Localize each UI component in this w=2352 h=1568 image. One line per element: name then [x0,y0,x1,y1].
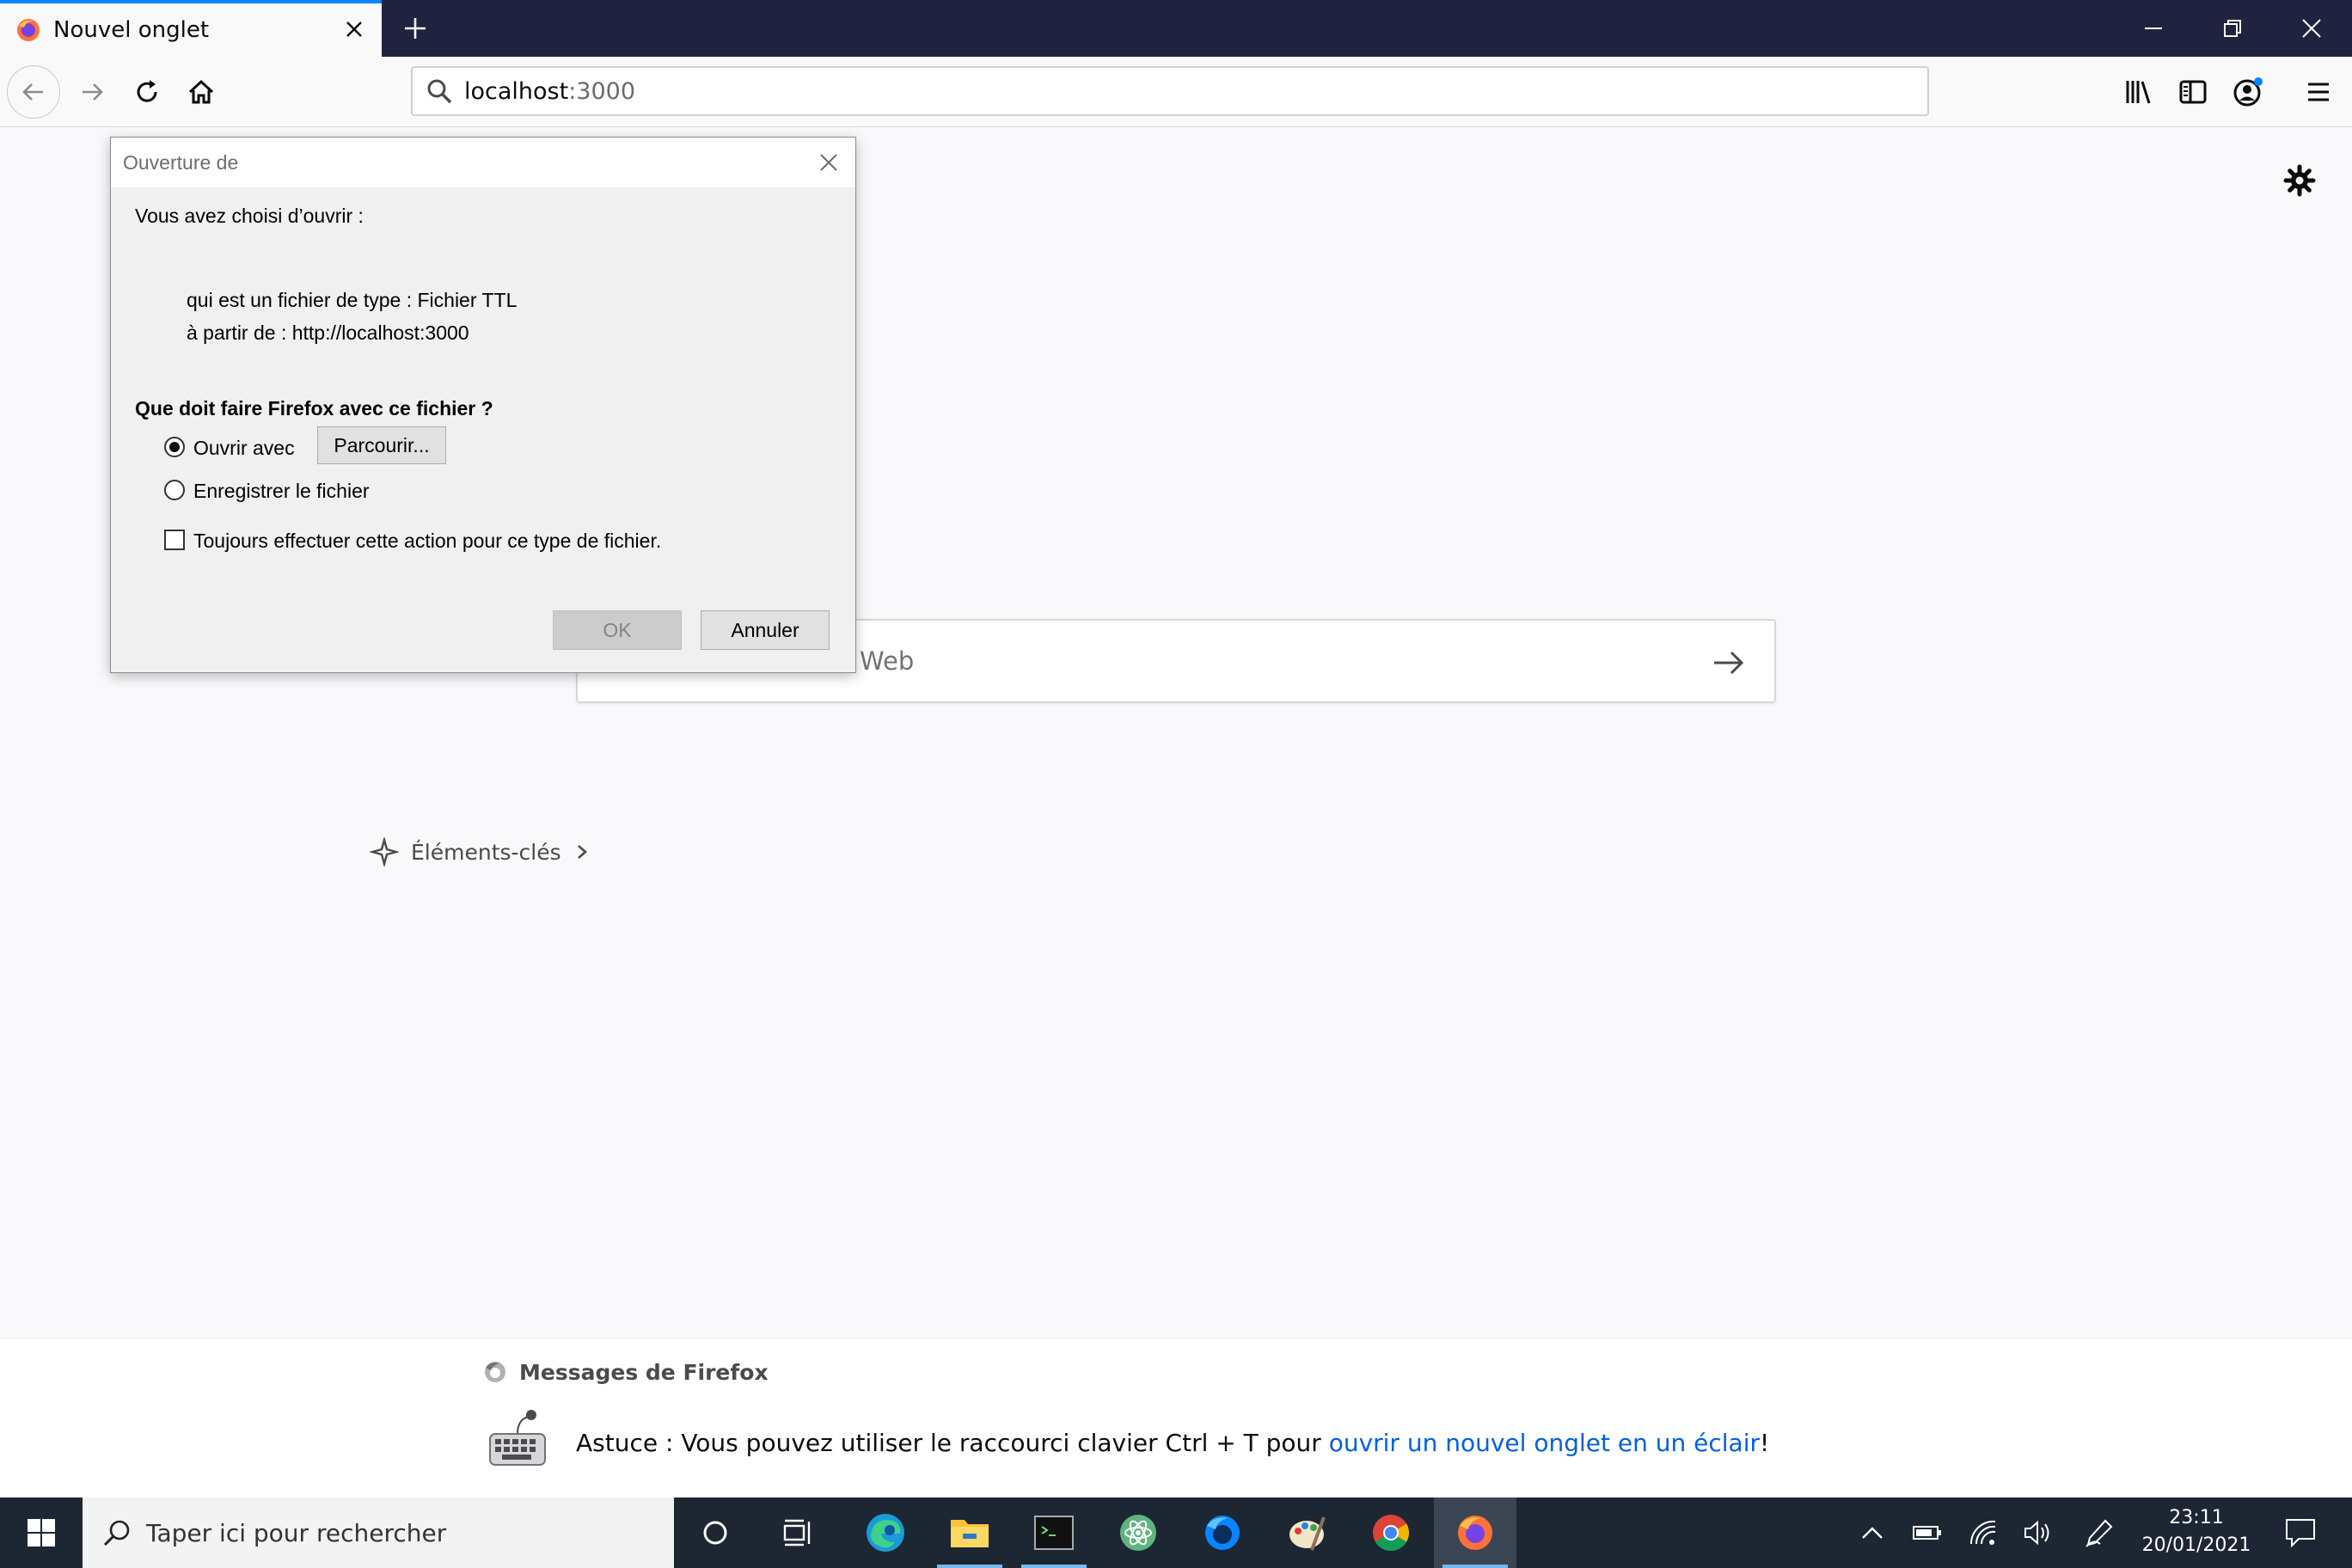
home-icon[interactable] [176,67,226,117]
url-host: localhost [464,77,569,105]
tip-message: Astuce : Vous pouvez utiliser le raccour… [576,1429,1770,1457]
messages-panel [0,1338,2352,1498]
open-file-dialog: Ouverture de Vous avez choisi d’ouvrir :… [110,137,856,673]
forward-arrow-icon[interactable] [67,67,117,117]
new-tab-tip-link[interactable]: ouvrir un nouvel onglet en un éclair [1329,1429,1760,1457]
tray-chevron-up-icon[interactable] [1853,1498,1891,1568]
search-icon [423,75,456,107]
taskbar-clock[interactable]: 23:11 20/01/2021 [2130,1504,2263,1559]
arrow-right-icon[interactable] [1709,643,1749,683]
browse-button[interactable]: Parcourir... [317,426,446,464]
file-source-line: à partir de : http://localhost:3000 [187,322,469,344]
search-placeholder: Web [860,646,915,676]
minimize-icon[interactable] [2115,0,2192,57]
new-tab-plus-icon[interactable] [395,9,435,48]
tab-title: Nouvel onglet [53,17,210,43]
back-arrow-icon[interactable] [7,65,60,119]
open-with-label[interactable]: Ouvrir avec [193,437,295,460]
firefox-mono-icon [485,1362,505,1382]
clock-time: 23:11 [2169,1507,2224,1528]
dialog-title: Ouverture de [123,151,239,174]
open-with-radio[interactable] [164,437,185,457]
ok-button[interactable]: OK [553,610,682,650]
dialog-intro: Vous avez choisi d’ouvrir : [135,205,364,227]
taskbar-search-box[interactable]: Taper ici pour rechercher [83,1498,674,1568]
battery-icon[interactable] [1907,1498,1948,1568]
volume-icon[interactable] [2017,1498,2058,1568]
tab-new-tab[interactable]: Nouvel onglet [0,0,382,57]
url-port: :3000 [568,77,636,105]
messages-title: Messages de Firefox [481,1358,769,1386]
firefox-taskbar-icon[interactable] [1434,1498,1516,1568]
clock-date: 20/01/2021 [2141,1534,2251,1556]
always-action-label[interactable]: Toujours effectuer cette action pour ce … [193,530,661,553]
task-view-icon[interactable] [756,1498,839,1568]
restore-icon[interactable] [2194,0,2271,57]
highlights-label: Éléments-clés [411,839,561,865]
gear-icon[interactable] [2278,159,2321,202]
library-icon[interactable] [2115,67,2165,117]
close-window-icon[interactable] [2273,0,2350,57]
file-type-line: qui est un fichier de type : Fichier TTL [187,289,518,311]
url-bar[interactable]: localhost:3000 [411,66,1929,116]
highlights-section-toggle[interactable]: Éléments-clés [370,837,591,867]
paint-icon[interactable] [1265,1498,1348,1568]
windows-start-icon[interactable] [0,1498,83,1568]
cancel-button[interactable]: Annuler [701,610,830,650]
taskbar-search-placeholder: Taper ici pour rechercher [146,1518,447,1547]
keyboard-icon [489,1410,546,1466]
terminal-icon[interactable] [1013,1498,1095,1568]
wifi-icon[interactable] [1963,1498,2005,1568]
search-icon [98,1514,136,1552]
pen-icon[interactable] [2079,1498,2120,1568]
chrome-icon[interactable] [1350,1498,1432,1568]
file-explorer-icon[interactable] [928,1498,1011,1568]
cortana-icon[interactable] [674,1498,756,1568]
notifications-icon[interactable] [2273,1498,2328,1568]
account-icon[interactable] [2223,67,2273,117]
sparkle-icon [370,837,399,867]
chevron-right-icon [577,845,587,859]
menu-hamburger-icon[interactable] [2294,67,2343,117]
close-tab-icon[interactable] [339,14,370,45]
dialog-question: Que doit faire Firefox avec ce fichier ? [135,397,493,420]
dialog-close-icon[interactable] [812,146,845,179]
firefox-developer-icon[interactable] [1181,1498,1264,1568]
save-file-label[interactable]: Enregistrer le fichier [193,480,370,503]
sidebar-icon[interactable] [2168,67,2218,117]
firefox-icon [17,19,40,41]
reload-icon[interactable] [122,67,172,117]
atom-icon[interactable] [1097,1498,1179,1568]
always-action-checkbox[interactable] [164,530,185,550]
save-file-radio[interactable] [164,480,185,500]
edge-icon[interactable] [844,1498,927,1568]
